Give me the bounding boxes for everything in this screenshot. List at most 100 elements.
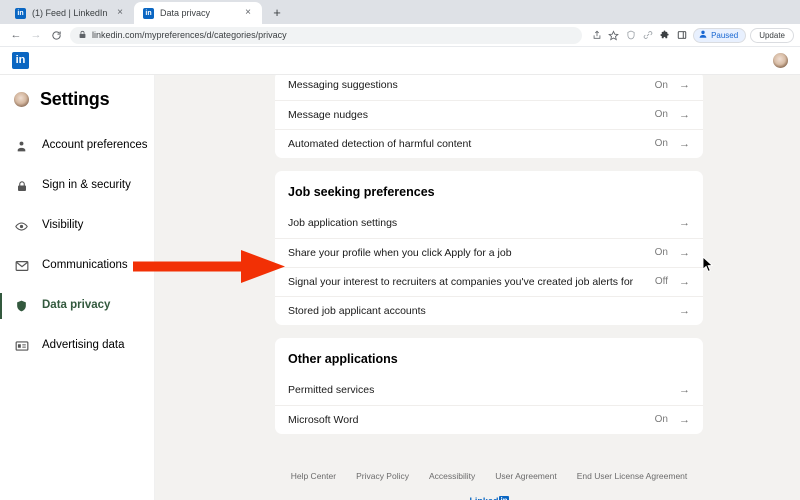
browser-tab-1[interactable]: in (1) Feed | LinkedIn ×	[6, 2, 134, 24]
close-icon[interactable]: ×	[114, 8, 126, 18]
row-label: Share your profile when you click Apply …	[288, 246, 512, 259]
linkedin-logo-icon[interactable]: in	[12, 52, 29, 69]
row-label: Permitted services	[288, 384, 375, 397]
footer-link-eula[interactable]: End User License Agreement	[577, 471, 688, 481]
chevron-right-icon[interactable]: →	[679, 247, 690, 259]
reload-icon[interactable]	[46, 25, 66, 45]
sidebar-item-visibility[interactable]: Visibility	[0, 206, 154, 246]
footer-link-privacy-policy[interactable]: Privacy Policy	[356, 471, 409, 481]
address-bar-url: linkedin.com/mypreferences/d/categories/…	[92, 30, 287, 40]
settings-card-messaging: Messaging suggestions On → Message nudge…	[275, 75, 703, 158]
sidebar-item-label: Visibility	[42, 219, 84, 232]
settings-card-job-seeking: Job seeking preferences Job application …	[275, 171, 703, 325]
chevron-right-icon[interactable]: →	[679, 80, 690, 91]
chevron-right-icon[interactable]: →	[679, 414, 690, 426]
settings-header: Settings	[0, 89, 154, 110]
page-footer: Help Center Privacy Policy Accessibility…	[275, 447, 703, 500]
table-row[interactable]: Stored job applicant accounts →	[275, 296, 703, 325]
table-row[interactable]: Messaging suggestions On →	[275, 75, 703, 100]
chevron-right-icon[interactable]: →	[679, 385, 690, 396]
browser-tabstrip: in (1) Feed | LinkedIn × in Data privacy…	[0, 0, 800, 24]
row-value: On	[654, 414, 668, 425]
close-icon[interactable]: ×	[242, 8, 254, 18]
back-icon[interactable]: ←	[6, 25, 26, 45]
link-icon[interactable]	[639, 27, 656, 44]
section-title: Other applications	[288, 352, 398, 366]
chevron-right-icon[interactable]: →	[679, 276, 690, 288]
lock-icon	[79, 30, 86, 41]
sidebar-item-advertising-data[interactable]: Advertising data	[0, 326, 154, 366]
sidebar-item-label: Data privacy	[42, 299, 111, 312]
linkedin-favicon: in	[143, 7, 154, 19]
row-value: On	[654, 247, 668, 258]
sidebar-item-label: Communications	[42, 259, 128, 272]
settings-card-other-applications: Other applications Permitted services → …	[275, 338, 703, 434]
avatar[interactable]	[773, 53, 788, 68]
chevron-right-icon[interactable]: →	[679, 138, 690, 150]
table-row[interactable]: Message nudges On →	[275, 100, 703, 129]
sidebar-item-data-privacy[interactable]: Data privacy	[0, 286, 154, 326]
page-title: Settings	[40, 89, 110, 109]
linkedin-favicon: in	[15, 7, 26, 19]
update-button[interactable]: Update	[750, 27, 794, 43]
profile-paused-button[interactable]: Paused	[693, 27, 747, 43]
table-row[interactable]: Share your profile when you click Apply …	[275, 238, 703, 267]
page-content: in Settings Account preferences Sign in …	[0, 47, 800, 500]
extensions-puzzle-icon[interactable]	[656, 27, 673, 44]
settings-sidebar: Settings Account preferences Sign in & s…	[0, 75, 155, 500]
table-row[interactable]: Microsoft Word On →	[275, 405, 703, 434]
eye-icon	[14, 220, 29, 233]
forward-icon[interactable]: →	[26, 25, 46, 45]
table-row[interactable]: Signal your interest to recruiters at co…	[275, 267, 703, 296]
share-icon[interactable]	[588, 27, 605, 44]
lock-icon	[14, 180, 29, 193]
sidebar-item-communications[interactable]: Communications	[0, 246, 154, 286]
table-row[interactable]: Job application settings →	[275, 209, 703, 238]
section-title: Job seeking preferences	[288, 185, 435, 199]
footer-logo-badge: in	[499, 496, 509, 500]
footer-link-accessibility[interactable]: Accessibility	[429, 471, 475, 481]
sidebar-item-label: Sign in & security	[42, 179, 131, 192]
row-label: Stored job applicant accounts	[288, 304, 426, 317]
sidebar-item-label: Advertising data	[42, 339, 125, 352]
browser-tab-2[interactable]: in Data privacy ×	[134, 2, 262, 24]
address-bar[interactable]: linkedin.com/mypreferences/d/categories/…	[70, 26, 583, 44]
chevron-right-icon[interactable]: →	[679, 218, 690, 229]
table-row[interactable]: Automated detection of harmful content O…	[275, 129, 703, 158]
sidepanel-icon[interactable]	[673, 27, 690, 44]
row-label: Messaging suggestions	[288, 79, 398, 92]
profile-paused-label: Paused	[711, 30, 739, 40]
footer-link-user-agreement[interactable]: User Agreement	[495, 471, 556, 481]
chevron-right-icon[interactable]: →	[679, 109, 690, 121]
linkedin-footer-logo-icon: Linkedin	[469, 496, 509, 500]
sidebar-item-sign-in-security[interactable]: Sign in & security	[0, 166, 154, 206]
row-label: Signal your interest to recruiters at co…	[288, 275, 634, 288]
row-label: Microsoft Word	[288, 413, 359, 426]
person-icon	[14, 140, 29, 153]
footer-links: Help Center Privacy Policy Accessibility…	[275, 471, 703, 481]
row-value: On	[654, 109, 668, 120]
envelope-icon	[14, 260, 29, 272]
browser-window: in (1) Feed | LinkedIn × in Data privacy…	[0, 0, 800, 500]
ad-card-icon	[14, 340, 29, 352]
shield-icon	[14, 299, 29, 313]
footer-link-help-center[interactable]: Help Center	[291, 471, 336, 481]
settings-avatar	[14, 92, 29, 107]
settings-main: Messaging suggestions On → Message nudge…	[155, 75, 800, 500]
sidebar-item-label: Account preferences	[42, 139, 148, 152]
new-tab-button[interactable]: +	[266, 1, 288, 23]
row-value: On	[654, 79, 668, 91]
page-body: Settings Account preferences Sign in & s…	[0, 75, 800, 500]
linkedin-header: in	[0, 47, 800, 75]
browser-tab-2-title: Data privacy	[160, 8, 211, 18]
browser-tab-1-title: (1) Feed | LinkedIn	[32, 8, 108, 18]
profile-paused-icon	[698, 29, 708, 41]
table-row[interactable]: Permitted services →	[275, 376, 703, 405]
row-label: Automated detection of harmful content	[288, 137, 472, 150]
sidebar-item-account-preferences[interactable]: Account preferences	[0, 126, 154, 166]
footer-logo-text: Linked	[469, 496, 498, 500]
shield-icon[interactable]	[622, 27, 639, 44]
browser-toolbar: ← → linkedin.com/mypreferences/d/categor…	[0, 24, 800, 47]
chevron-right-icon[interactable]: →	[679, 305, 690, 317]
bookmark-star-icon[interactable]	[605, 27, 622, 44]
